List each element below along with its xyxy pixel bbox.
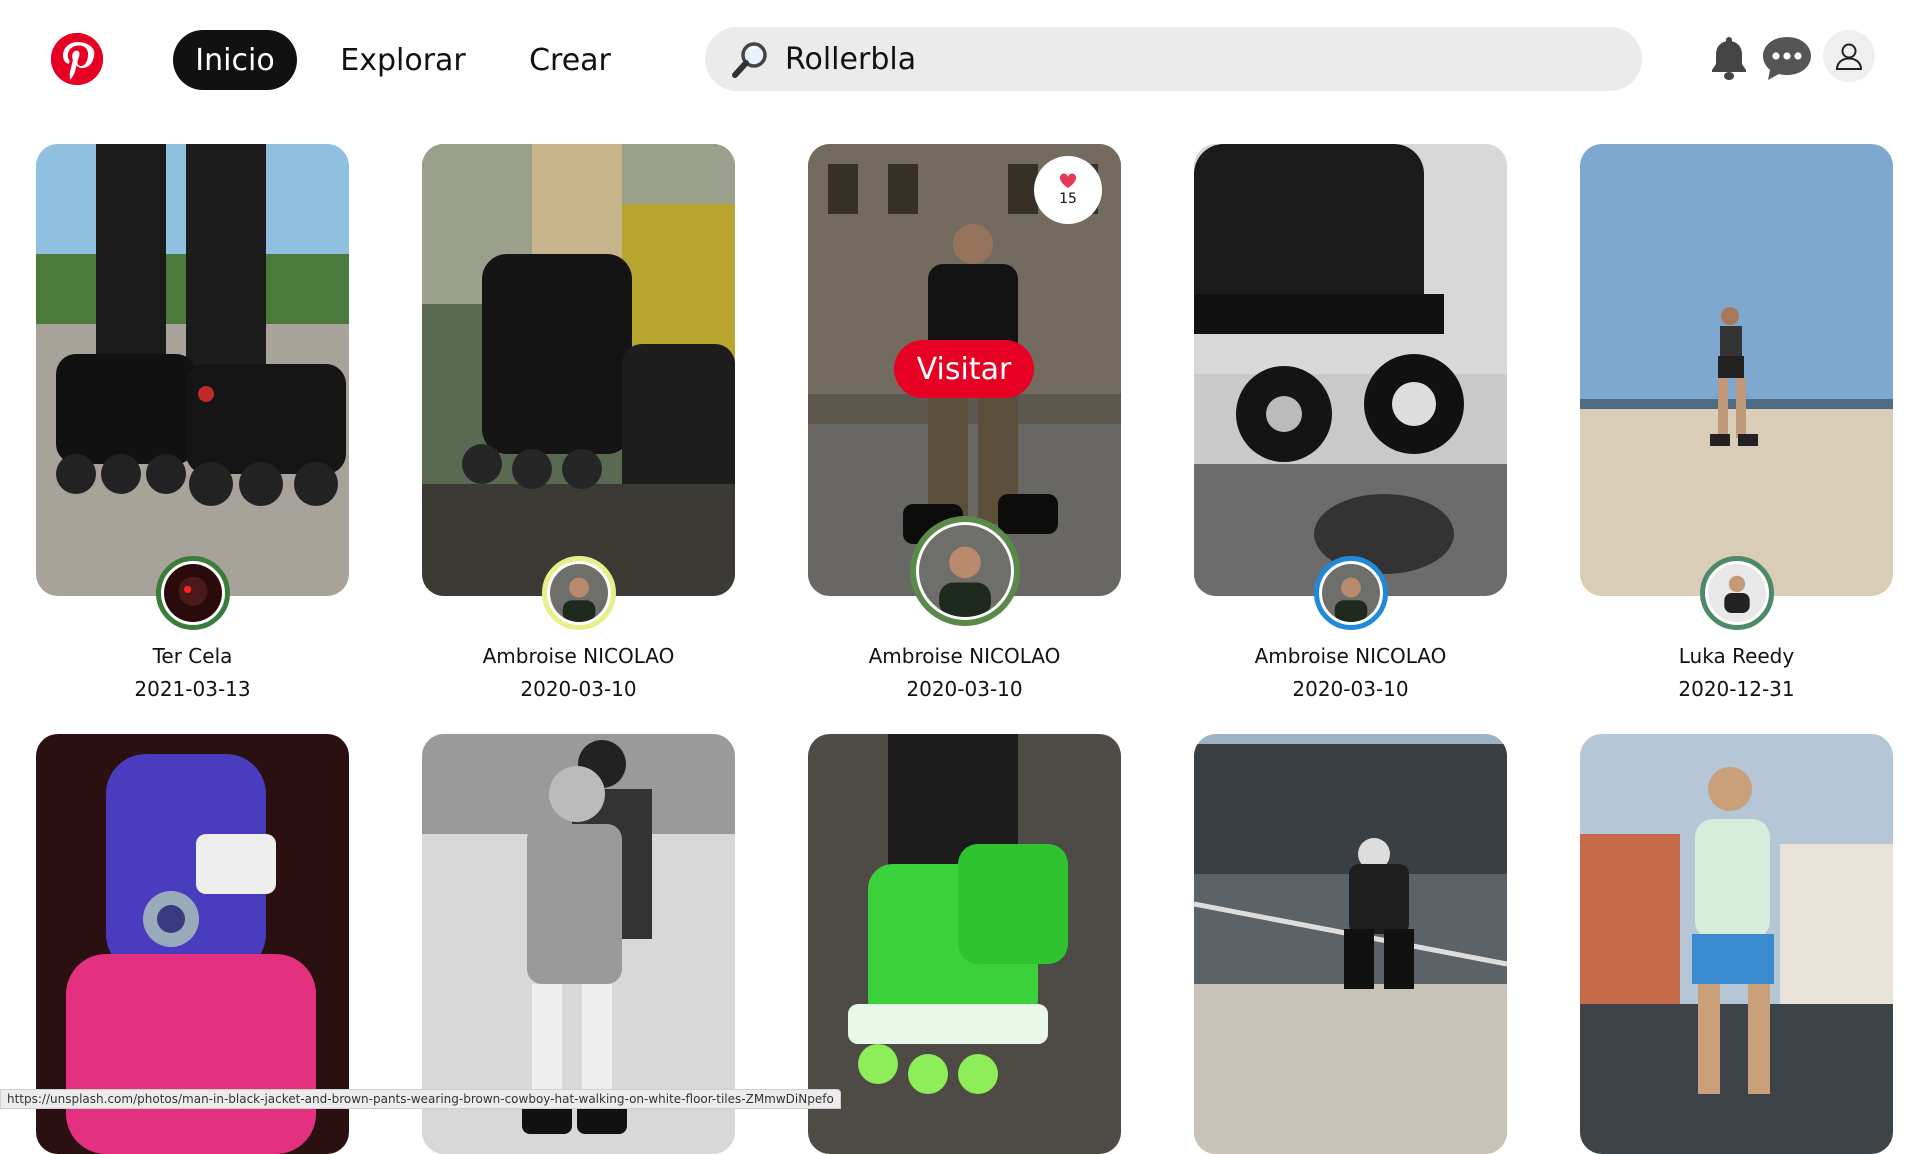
pin-card[interactable]	[422, 734, 735, 1154]
pin-date: 2020-12-31	[1678, 677, 1795, 701]
avatar[interactable]	[542, 556, 616, 630]
search-bar[interactable]	[705, 27, 1642, 91]
nav-home-label: Inicio	[195, 42, 275, 78]
pin-date: 2020-03-10	[1292, 677, 1409, 701]
pin-author: Ambroise NICOLAO	[1254, 644, 1447, 668]
pin-image[interactable]	[1194, 734, 1507, 1154]
pin-date: 2021-03-13	[134, 677, 251, 701]
avatar[interactable]	[910, 516, 1020, 626]
like-badge[interactable]: 15	[1034, 156, 1102, 224]
pin-image[interactable]	[1580, 734, 1893, 1154]
bell-icon[interactable]	[1708, 34, 1750, 82]
pin-card[interactable]: Ter Cela 2021-03-13	[36, 144, 349, 704]
pin-author: Ambroise NICOLAO	[868, 644, 1061, 668]
pin-author: Ambroise NICOLAO	[482, 644, 675, 668]
heart-icon	[1059, 173, 1077, 188]
pin-card[interactable]	[36, 734, 349, 1154]
visit-button[interactable]: Visitar	[894, 340, 1034, 398]
search-input[interactable]	[785, 35, 1605, 83]
like-count: 15	[1059, 191, 1077, 207]
nav-explore-label: Explorar	[340, 42, 466, 78]
pin-image[interactable]	[808, 734, 1121, 1154]
pin-image[interactable]	[422, 144, 735, 596]
pin-card[interactable]	[1580, 734, 1893, 1154]
nav-create-label: Crear	[529, 42, 611, 78]
chat-bubble-icon[interactable]	[1760, 34, 1814, 82]
pin-date: 2020-03-10	[520, 677, 637, 701]
visit-label: Visitar	[916, 351, 1012, 387]
pin-card[interactable]: Ambroise NICOLAO 2020-03-10	[1194, 144, 1507, 704]
search-icon	[732, 42, 767, 78]
pin-author: Luka Reedy	[1678, 644, 1795, 668]
pin-image[interactable]	[36, 144, 349, 596]
pin-card[interactable]: Ambroise NICOLAO 2020-03-10	[422, 144, 735, 704]
pin-card[interactable]	[808, 734, 1121, 1154]
pin-image[interactable]	[1194, 144, 1507, 596]
avatar[interactable]	[1314, 556, 1388, 630]
nav-create-button[interactable]: Crear	[515, 30, 625, 90]
user-icon[interactable]	[1823, 30, 1875, 82]
pin-date: 2020-03-10	[906, 677, 1023, 701]
status-bar-url: https://unsplash.com/photos/man-in-black…	[0, 1089, 841, 1109]
pinterest-logo-icon[interactable]	[51, 33, 103, 85]
avatar[interactable]	[156, 556, 230, 630]
pin-card[interactable]: Luka Reedy 2020-12-31	[1580, 144, 1893, 704]
pin-card[interactable]	[1194, 734, 1507, 1154]
pin-author: Ter Cela	[152, 644, 233, 668]
avatar[interactable]	[1700, 556, 1774, 630]
nav-home-button[interactable]: Inicio	[173, 30, 297, 90]
pin-image[interactable]	[1580, 144, 1893, 596]
pin-card[interactable]: 15 Visitar Ambroise NICOLAO 2020-03-10	[808, 144, 1121, 704]
nav-explore-button[interactable]: Explorar	[330, 30, 476, 90]
